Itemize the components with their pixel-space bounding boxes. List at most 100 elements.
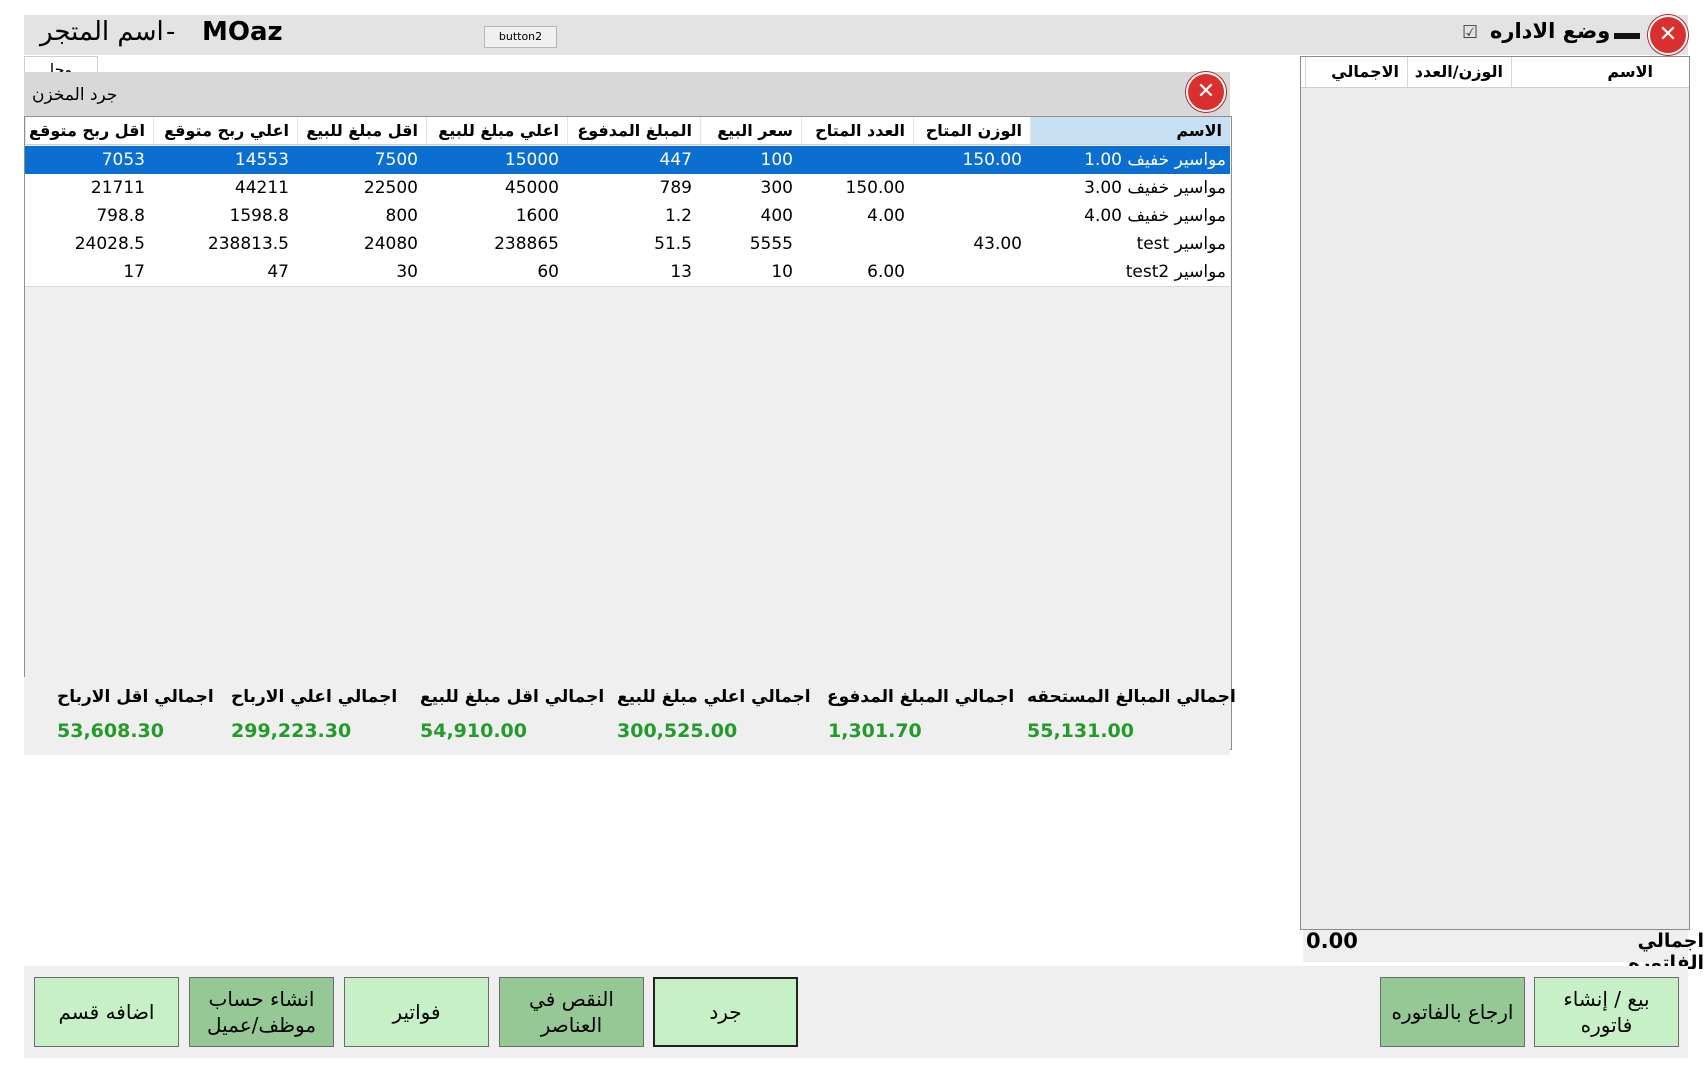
cell-paid-amount: 51.5 <box>654 234 692 254</box>
cell-min-profit: 7053 <box>101 150 145 170</box>
cell-min-sell: 22500 <box>363 178 418 198</box>
shortage-line2: العناصر <box>540 1013 603 1037</box>
total-paid-value: 1,301.70 <box>828 720 922 742</box>
create-account-line1: انشاء حساب <box>208 987 315 1011</box>
cell-available-weight <box>913 202 1030 230</box>
cell-paid-amount: 789 <box>659 178 692 198</box>
cell-paid-amount: 13 <box>670 262 692 282</box>
cart-col-name: الاسم <box>1511 57 1665 87</box>
cell-max-profit: 44211 <box>234 178 289 198</box>
cell-name: مواسير خفيف 4.00 <box>1084 206 1226 226</box>
cell-min-sell: 800 <box>385 206 418 226</box>
cell-available-weight: 43.00 <box>973 234 1022 254</box>
user-name: MOaz <box>202 17 283 47</box>
cell-paid-amount: 1.2 <box>664 206 692 226</box>
return-invoice-label: ارجاع بالفاتوره <box>1391 1000 1514 1024</box>
col-available-weight[interactable]: الوزن المتاح <box>913 117 1030 145</box>
cell-available-count: 4.00 <box>867 206 905 226</box>
cell-min-sell: 24080 <box>363 234 418 254</box>
cell-name: مواسير خفيف 3.00 <box>1084 178 1226 198</box>
admin-mode-label: وضع الاداره <box>1490 19 1611 43</box>
sell-line1: بيع / إنشاء <box>1563 987 1650 1011</box>
table-row[interactable]: مواسير خفيف 3.00 150.00 300 789 45000 22… <box>25 174 1230 203</box>
cell-paid-amount: 447 <box>659 150 692 170</box>
cell-sell-price: 400 <box>760 206 793 226</box>
cell-min-profit: 798.8 <box>96 206 145 226</box>
cell-available-count: 150.00 <box>845 178 905 198</box>
cell-name: مواسير test2 <box>1125 262 1226 282</box>
table-row[interactable]: مواسير خفيف 1.00 150.00 100 447 15000 75… <box>25 146 1230 175</box>
table-row[interactable]: مواسير test2 6.00 10 13 60 30 47 17 <box>25 258 1230 287</box>
inventory-title: جرد المخزن <box>32 85 118 105</box>
admin-mode-checkbox[interactable]: ☑ <box>1462 22 1478 43</box>
cell-sell-price: 10 <box>771 262 793 282</box>
button2[interactable]: button2 <box>484 26 557 48</box>
sell-create-invoice-button[interactable]: بيع / إنشاء فاتوره <box>1534 977 1679 1047</box>
minimize-icon[interactable] <box>1614 33 1640 39</box>
add-category-button[interactable]: اضافه قسم <box>34 977 179 1047</box>
total-max-sell-label: اجمالي اعلي مبلغ للبيع <box>617 687 811 707</box>
cell-sell-price: 100 <box>760 150 793 170</box>
return-invoice-button[interactable]: ارجاع بالفاتوره <box>1380 977 1525 1047</box>
store-name: اسم المتجر <box>40 17 164 47</box>
cell-max-profit: 1598.8 <box>229 206 289 226</box>
col-max-profit[interactable]: اعلي ربح متوقع <box>153 117 297 145</box>
cell-name: مواسير خفيف 1.00 <box>1084 150 1226 170</box>
app-close-icon[interactable]: ✕ <box>1648 15 1688 55</box>
cell-min-sell: 30 <box>396 262 418 282</box>
cart-col-total: الاجمالي <box>1305 57 1407 87</box>
col-min-sell[interactable]: اقل مبلغ للبيع <box>297 117 426 145</box>
cell-available-count: 6.00 <box>867 262 905 282</box>
col-sell-price[interactable]: سعر البيع <box>700 117 801 145</box>
total-min-sell-value: 54,910.00 <box>420 720 527 742</box>
total-min-sell-label: اجمالي اقل مبلغ للبيع <box>420 687 605 707</box>
cell-min-profit: 24028.5 <box>74 234 145 254</box>
cell-max-sell: 60 <box>537 262 559 282</box>
cell-sell-price: 5555 <box>749 234 793 254</box>
cell-max-sell: 1600 <box>515 206 559 226</box>
col-min-profit[interactable]: اقل ربح متوقع <box>25 117 153 145</box>
cell-name: مواسير test <box>1136 234 1226 254</box>
table-row[interactable]: مواسير test 43.00 5555 51.5 238865 24080… <box>25 230 1230 259</box>
cell-available-count <box>801 230 913 258</box>
cart-header: الاجمالي الوزن/العدد الاسم <box>1301 57 1689 88</box>
col-available-count[interactable]: العدد المتاح <box>801 117 913 145</box>
create-account-button[interactable]: انشاء حساب موظف/عميل <box>189 977 334 1047</box>
cell-max-profit: 14553 <box>234 150 289 170</box>
cell-max-sell: 238865 <box>494 234 559 254</box>
cell-available-weight: 150.00 <box>962 150 1022 170</box>
cell-available-weight <box>913 174 1030 202</box>
invoices-label: فواتير <box>392 1000 441 1024</box>
main-area <box>24 752 1298 966</box>
col-paid-amount[interactable]: المبلغ المدفوع <box>567 117 700 145</box>
tab-fragment[interactable]: وحا <box>24 56 98 72</box>
inventory-window: جرد المخزن ✕ الاسم الوزن المتاح العدد ال… <box>24 72 1232 752</box>
cell-available-weight <box>913 258 1030 286</box>
inventory-grid: الاسم الوزن المتاح العدد المتاح سعر البي… <box>24 116 1232 750</box>
col-max-sell[interactable]: اعلي مبلغ للبيع <box>426 117 567 145</box>
title-separator: - <box>166 17 176 47</box>
invoices-button[interactable]: فواتير <box>344 977 489 1047</box>
cell-max-profit: 47 <box>267 262 289 282</box>
col-name[interactable]: الاسم <box>1030 117 1230 145</box>
cell-sell-price: 300 <box>760 178 793 198</box>
shortage-line1: النقص في <box>529 987 614 1011</box>
cart-col-weight: الوزن/العدد <box>1407 57 1511 87</box>
add-category-label: اضافه قسم <box>58 1000 155 1024</box>
table-row[interactable]: مواسير خفيف 4.00 4.00 400 1.2 1600 800 1… <box>25 202 1230 231</box>
total-max-profit-value: 299,223.30 <box>231 720 352 742</box>
cart-panel: الاجمالي الوزن/العدد الاسم <box>1300 56 1690 930</box>
total-min-profit-value: 53,608.30 <box>57 720 164 742</box>
shortage-button[interactable]: النقص في العناصر <box>499 977 644 1047</box>
cell-min-profit: 21711 <box>90 178 145 198</box>
inventory-close-icon[interactable]: ✕ <box>1186 72 1226 112</box>
inventory-button-label: جرد <box>709 1000 742 1024</box>
invoice-total-value: 0.00 <box>1306 929 1358 953</box>
total-max-profit-label: اجمالي اعلي الارباح <box>231 687 398 707</box>
cell-max-profit: 238813.5 <box>207 234 289 254</box>
sell-line2: فاتوره <box>1580 1013 1633 1037</box>
create-account-line2: موظف/عميل <box>206 1013 317 1037</box>
cell-max-sell: 15000 <box>504 150 559 170</box>
inventory-button[interactable]: جرد <box>653 977 798 1047</box>
total-due-label: اجمالي المبالغ المستحقه <box>1027 687 1236 707</box>
